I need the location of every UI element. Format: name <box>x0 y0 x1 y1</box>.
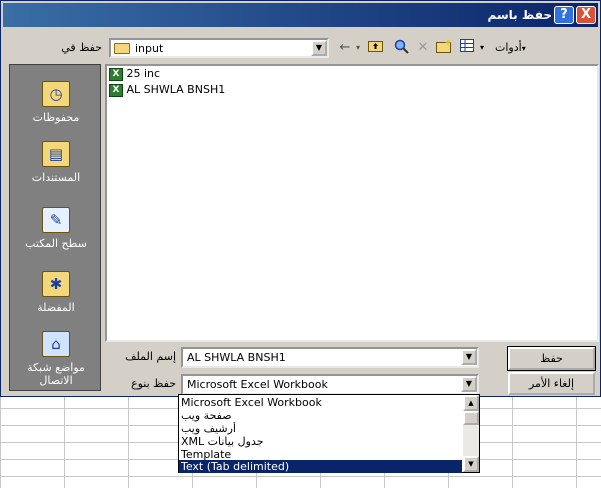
desktop-icon: ✎ <box>42 207 70 233</box>
filetype-option[interactable]: XML جدول بيانات <box>179 435 462 448</box>
chevron-down-icon[interactable]: ▼ <box>461 349 477 365</box>
views-icon[interactable] <box>459 39 475 57</box>
place-label: المستندات <box>31 171 81 184</box>
file-name: AL SHWLA BNSH1 <box>126 83 226 96</box>
network-places-icon: ⌂ <box>42 331 70 357</box>
place-history[interactable]: ◷ محفوظات <box>10 81 102 124</box>
filetype-dropdown-list[interactable]: Microsoft Excel Workbook صفحة ويب أرشيف … <box>178 394 480 473</box>
my-documents-icon: ▤ <box>42 141 70 167</box>
filetype-option[interactable]: أرشيف ويب <box>179 422 462 435</box>
place-network[interactable]: ⌂ مواضع شبكة الاتصال <box>10 331 102 387</box>
place-favorites[interactable]: ✱ المفضلة <box>10 271 102 314</box>
filename-value: AL SHWLA BNSH1 <box>187 351 286 364</box>
favorites-icon: ✱ <box>42 271 70 297</box>
save-as-dialog: حفظ باسم ? X حفظ في input ▼ ← ▾ ✕ ▾ ▾أدو… <box>0 0 601 397</box>
folder-icon <box>114 43 130 54</box>
dropdown-scrollbar[interactable]: ▲ ▼ <box>463 395 479 472</box>
place-label: المفضلة <box>37 301 75 314</box>
place-label: سطح المكتب <box>25 237 87 250</box>
file-list[interactable]: X 25 inc X AL SHWLA BNSH1 <box>105 64 599 342</box>
views-dropdown-icon[interactable]: ▾ <box>477 39 487 57</box>
place-desktop[interactable]: ✎ سطح المكتب <box>10 207 102 250</box>
help-button[interactable]: ? <box>554 6 574 24</box>
tools-label: أدوات <box>495 41 522 54</box>
place-my-documents[interactable]: ▤ المستندات <box>10 141 102 184</box>
scroll-down-icon[interactable]: ▼ <box>463 456 479 472</box>
delete-icon[interactable]: ✕ <box>415 39 431 57</box>
back-icon[interactable]: ← <box>337 39 353 57</box>
close-button[interactable]: X <box>576 6 596 24</box>
save-in-label: حفظ في <box>61 41 102 54</box>
file-name: 25 inc <box>126 67 161 80</box>
filetype-option[interactable]: Microsoft Excel Workbook <box>179 396 462 409</box>
back-dropdown-icon[interactable]: ▾ <box>353 39 363 57</box>
filename-label: إسم الملف <box>125 350 176 363</box>
chevron-down-icon[interactable]: ▼ <box>461 376 477 392</box>
save-button[interactable]: حفظ <box>507 346 596 371</box>
scroll-thumb[interactable] <box>463 411 479 425</box>
save-in-value: input <box>135 42 164 55</box>
filetype-option[interactable]: صفحة ويب <box>179 409 462 422</box>
filetype-label: حفظ بنوع <box>131 377 176 390</box>
dialog-title: حفظ باسم <box>487 8 552 22</box>
filetype-select[interactable]: Microsoft Excel Workbook ▼ <box>181 374 479 395</box>
new-folder-icon[interactable] <box>435 39 453 57</box>
places-bar: ◷ محفوظات ▤ المستندات ✎ سطح المكتب ✱ الم… <box>9 64 101 391</box>
save-in-combo[interactable]: input ▼ <box>109 38 329 58</box>
place-label: مواضع شبكة الاتصال <box>27 361 85 387</box>
search-web-icon[interactable] <box>393 39 409 57</box>
chevron-down-icon[interactable]: ▼ <box>311 40 327 56</box>
filename-input[interactable]: AL SHWLA BNSH1 ▼ <box>181 347 479 368</box>
place-label: محفوظات <box>32 111 80 124</box>
title-bar[interactable]: حفظ باسم ? X <box>3 3 598 27</box>
excel-file-icon: X <box>109 83 123 97</box>
list-item[interactable]: X 25 inc <box>109 67 160 83</box>
filetype-option-selected[interactable]: Text (Tab delimited) <box>179 460 462 473</box>
filetype-value: Microsoft Excel Workbook <box>187 378 328 391</box>
list-item[interactable]: X AL SHWLA BNSH1 <box>109 83 225 99</box>
scroll-up-icon[interactable]: ▲ <box>463 395 479 411</box>
tools-menu[interactable]: ▾أدوات <box>495 41 526 54</box>
history-icon: ◷ <box>42 81 70 107</box>
cancel-button[interactable]: إلغاء الأمر <box>508 372 595 395</box>
up-folder-icon[interactable] <box>367 39 383 57</box>
excel-file-icon: X <box>109 67 123 81</box>
